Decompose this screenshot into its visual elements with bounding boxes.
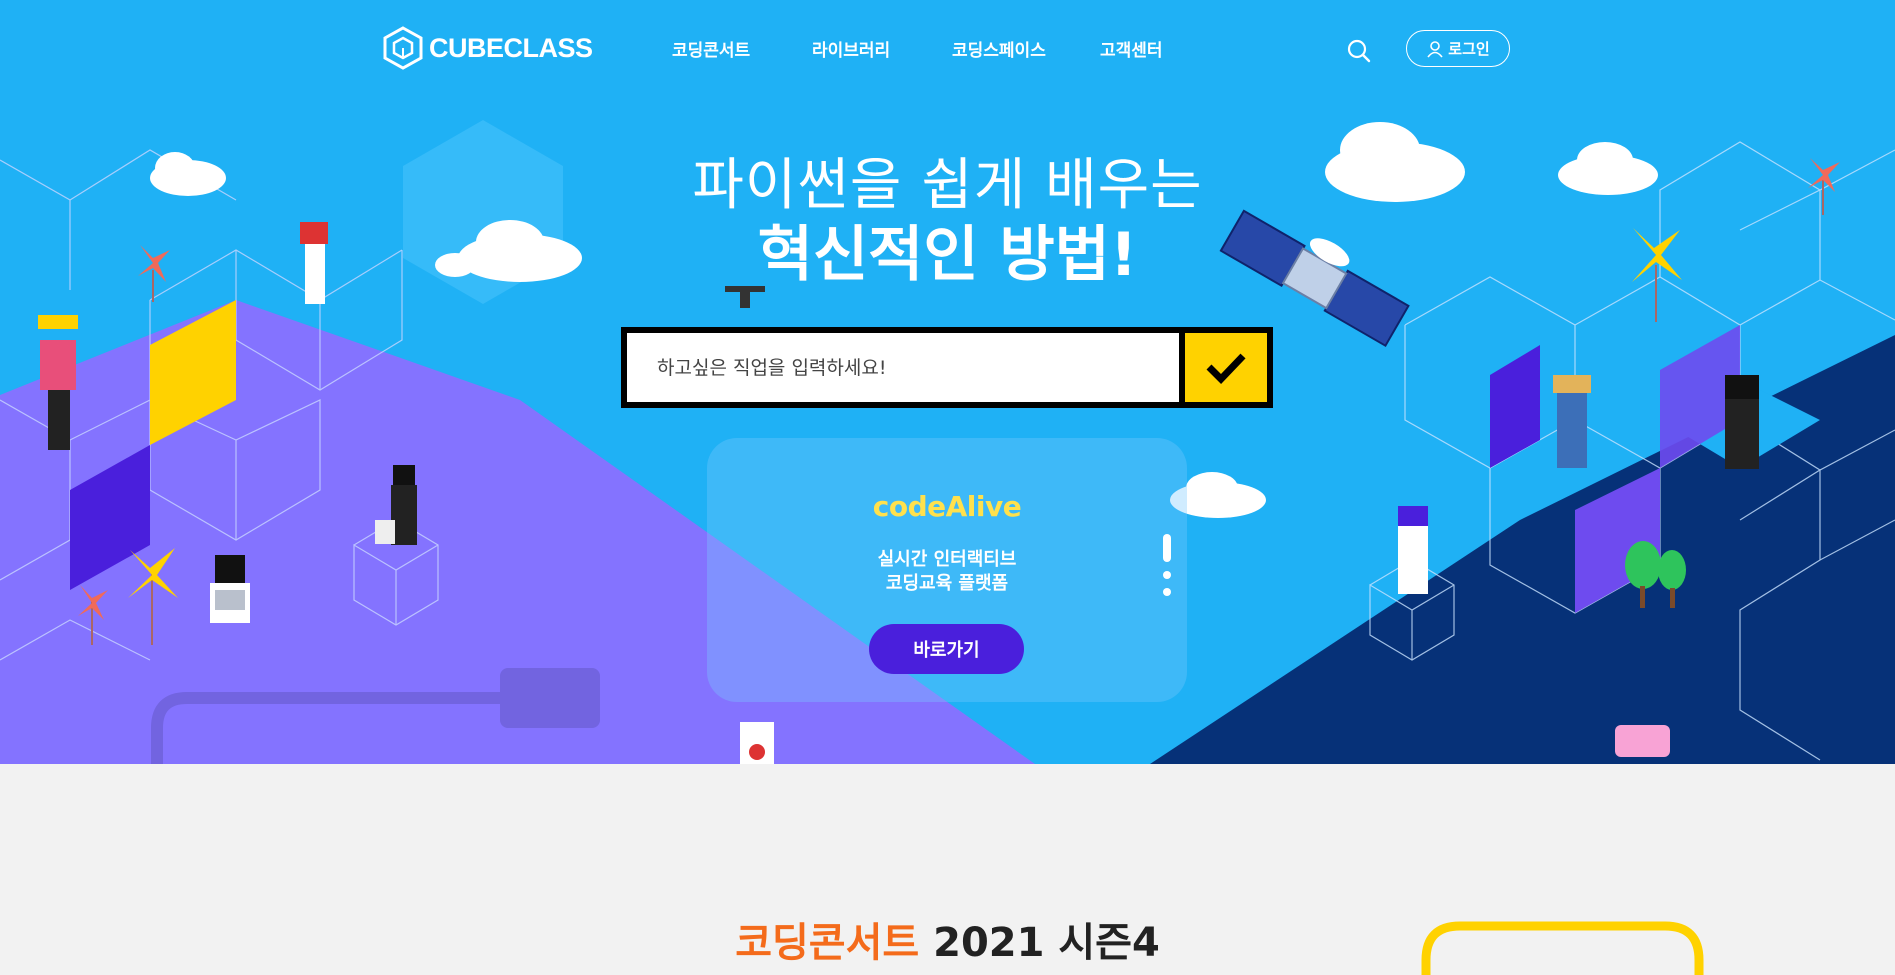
pagination-dot[interactable] [1163, 571, 1171, 579]
concert-title-rest: 2021 시즌4 [933, 920, 1160, 966]
pagination-dot-active[interactable] [1163, 534, 1171, 562]
job-search-box [621, 327, 1273, 408]
user-icon [1427, 40, 1443, 58]
main-nav: 코딩콘서트 라이브러리 코딩스페이스 고객센터 [672, 36, 1203, 61]
promo-description: 실시간 인터랙티브 코딩교육 플랫폼 [707, 548, 1187, 596]
coding-concert-heading: 코딩콘서트 2021 시즌4 [0, 910, 1895, 968]
search-icon [1347, 39, 1371, 63]
nav-customer-center[interactable]: 고객센터 [1100, 36, 1163, 61]
promo-pagination [1163, 534, 1171, 605]
page: CUBECLASS 코딩콘서트 라이브러리 코딩스페이스 고객센터 로그인 파이… [0, 0, 1895, 975]
header-search-button[interactable] [1345, 37, 1373, 65]
hero-section: CUBECLASS 코딩콘서트 라이브러리 코딩스페이스 고객센터 로그인 파이… [0, 0, 1895, 764]
promo-go-button[interactable]: 바로가기 [869, 624, 1024, 674]
hero-title: 혁신적인 방법! [757, 220, 1138, 290]
pagination-dot[interactable] [1163, 588, 1171, 596]
site-header: CUBECLASS 코딩콘서트 라이브러리 코딩스페이스 고객센터 로그인 [0, 0, 1895, 96]
nav-coding-space[interactable]: 코딩스페이스 [952, 36, 1052, 61]
cube-logo-icon [383, 26, 423, 70]
job-search-input[interactable] [627, 333, 1179, 402]
concert-title-accent: 코딩콘서트 [735, 920, 920, 966]
nav-coding-concert[interactable]: 코딩콘서트 [672, 36, 772, 61]
logo-text: CUBECLASS [429, 32, 593, 63]
job-search-submit[interactable] [1179, 333, 1267, 402]
promo-brand: codeAlive [872, 490, 1022, 523]
logo[interactable]: CUBECLASS [383, 26, 593, 70]
promo-desc-line1: 실시간 인터랙티브 [877, 549, 1017, 570]
login-label: 로그인 [1448, 41, 1490, 58]
promo-desc-line2: 코딩교육 플랫폼 [885, 573, 1009, 594]
nav-library[interactable]: 라이브러리 [812, 36, 912, 61]
check-icon [1206, 353, 1246, 384]
login-button[interactable]: 로그인 [1406, 30, 1510, 67]
